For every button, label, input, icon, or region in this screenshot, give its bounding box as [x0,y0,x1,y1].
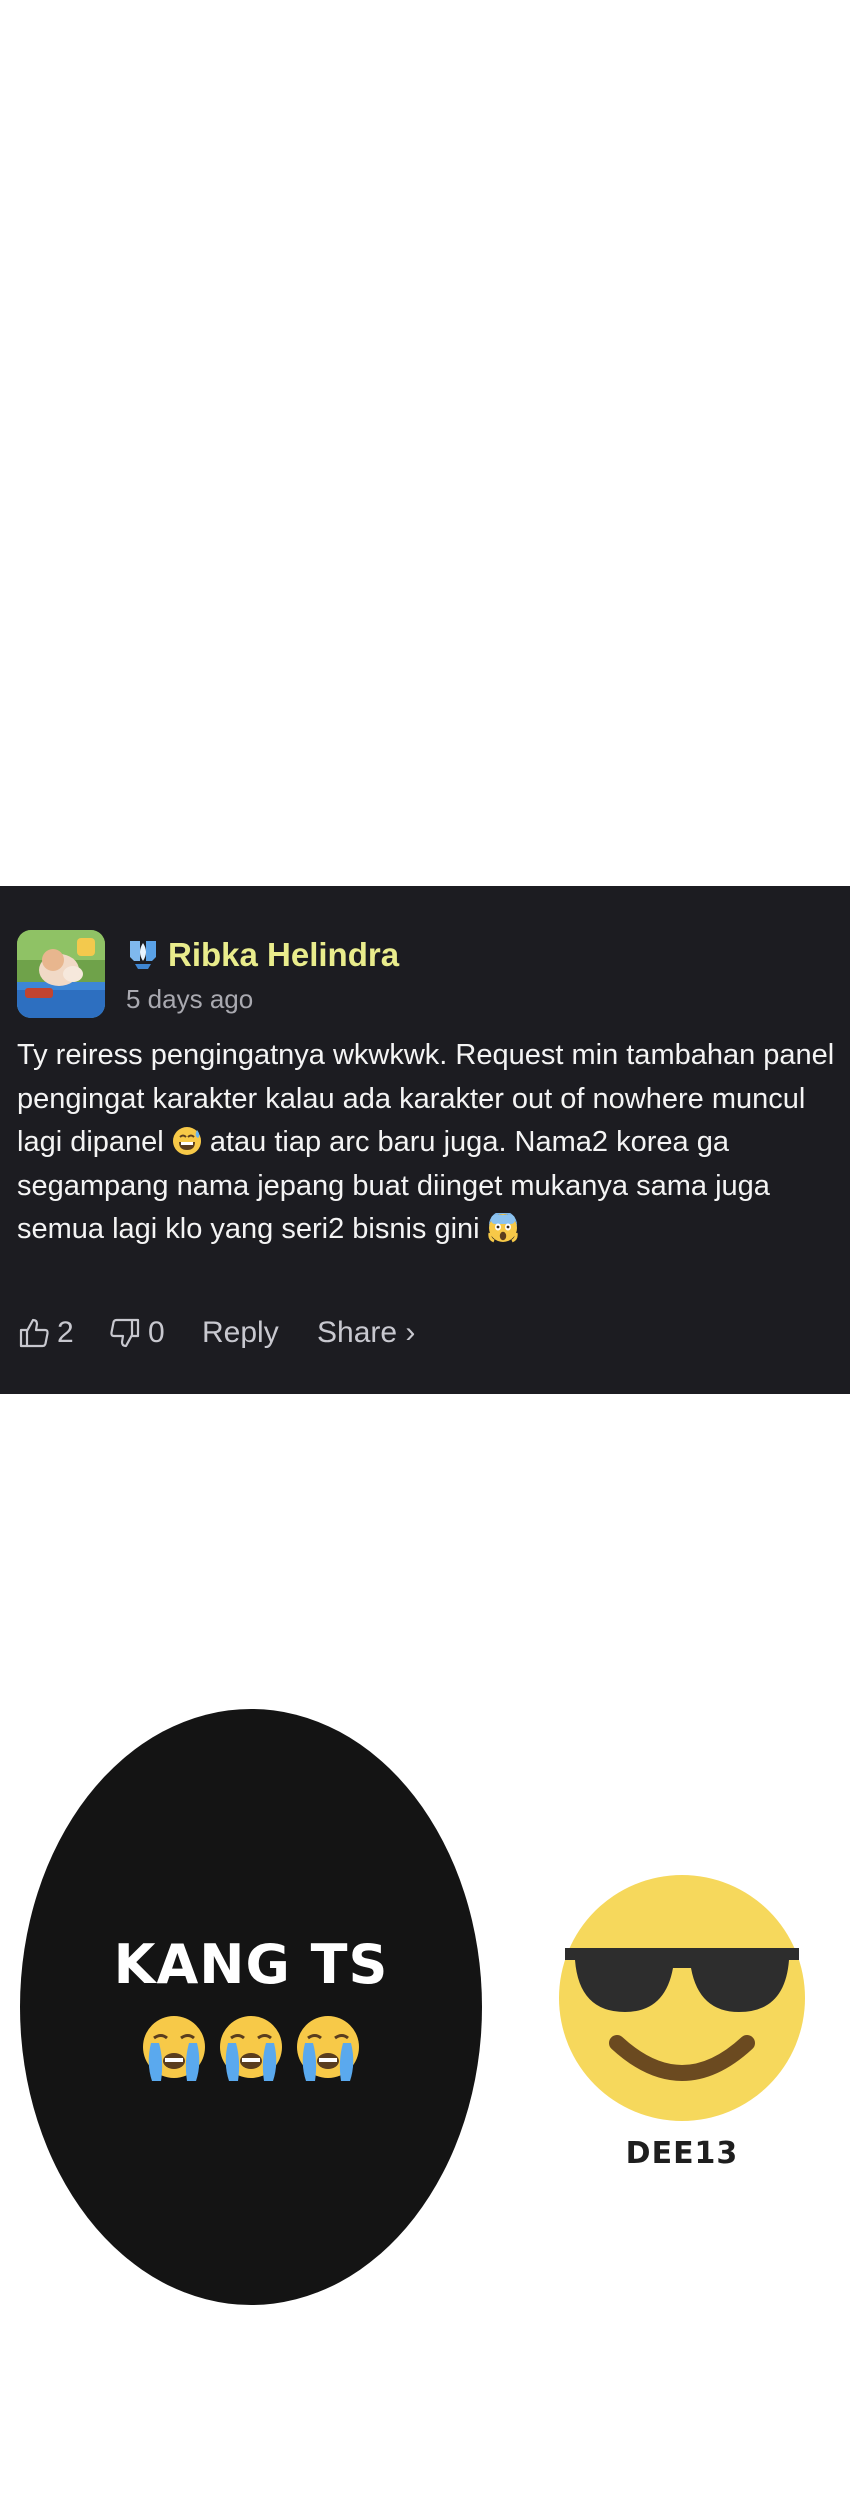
reply-button[interactable]: Reply [202,1316,279,1350]
crying-emoji-row [143,2016,359,2081]
comment-timestamp: 5 days ago [126,984,254,1014]
scream-emoji [488,1213,518,1243]
crying-emoji [297,2016,359,2081]
avatar[interactable] [17,930,105,1018]
like-count: 2 [57,1316,74,1349]
comment-body: Ty reiress pengingatnya wkwkwk. Request … [17,1034,837,1252]
oval-label: KANG TS [113,1933,389,1996]
verified-badge-icon [130,941,156,969]
share-button[interactable]: Share › [317,1316,415,1350]
grin-sweat-emoji [172,1127,201,1155]
dislike-button[interactable]: 0 [108,1316,165,1350]
thumbs-up-icon [19,1318,49,1348]
dislike-count: 0 [148,1316,165,1349]
sunglasses-label: DEE13 [625,2136,739,2171]
avatar-image [17,930,105,1018]
sunglasses-emoji [559,1875,805,2121]
thumbs-down-icon [110,1318,140,1348]
comment-author[interactable]: Ribka Helindra [168,936,399,974]
like-button[interactable]: 2 [17,1316,74,1350]
crying-emoji [220,2016,282,2081]
crying-emoji [143,2016,205,2081]
black-oval: KANG TS [20,1709,482,2305]
comment-card: Ribka Helindra 5 days ago Ty reiress pen… [0,886,850,1394]
